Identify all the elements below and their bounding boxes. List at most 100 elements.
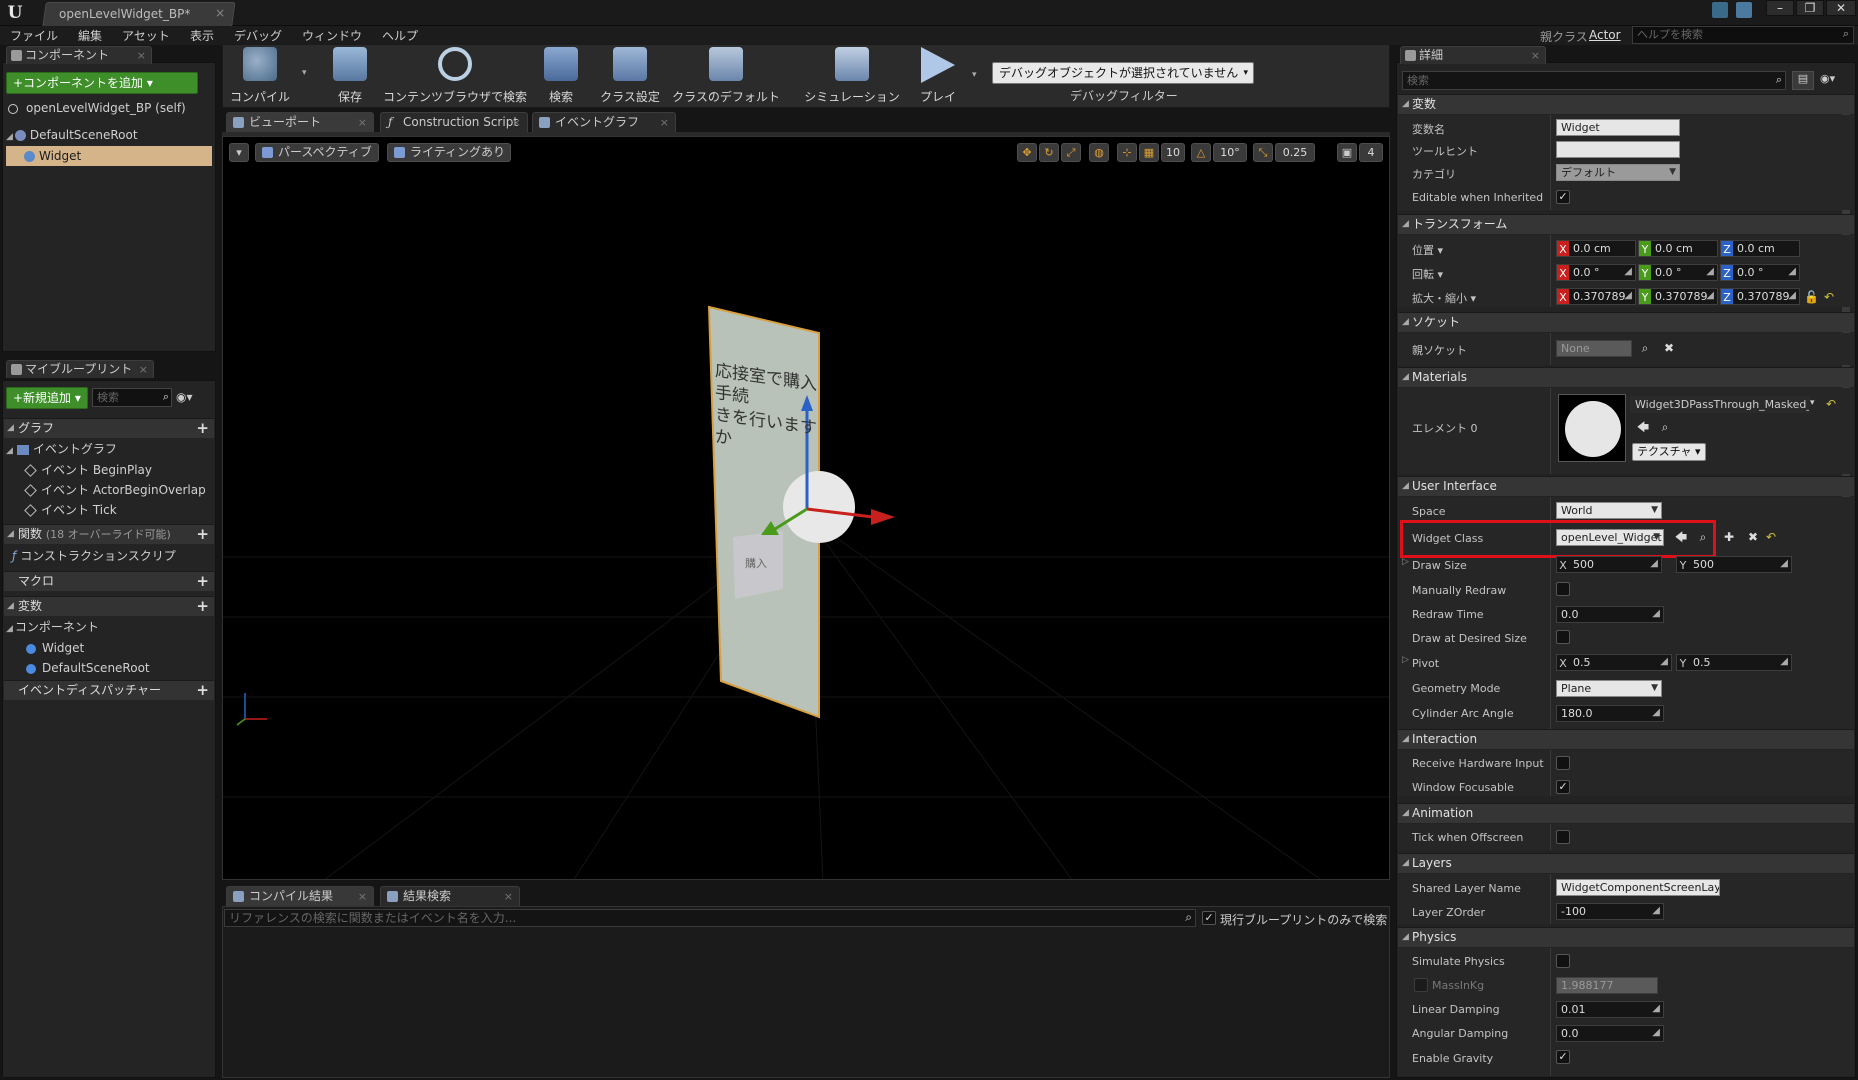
event-graph-item[interactable]: ◢ イベントグラフ	[6, 441, 212, 458]
scale-y-value[interactable]: 0.370789	[1655, 290, 1708, 303]
linear-damping-value[interactable]: 0.01	[1561, 1003, 1586, 1016]
source-control-icon[interactable]	[1736, 2, 1752, 18]
add-component-button[interactable]: +コンポーネントを追加 ▾	[6, 72, 198, 94]
spin-icon[interactable]: ◢	[1624, 265, 1632, 279]
event-actorbeginoverlap-item[interactable]: イベント ActorBeginOverlap	[24, 482, 212, 499]
close-icon[interactable]: ×	[504, 887, 513, 906]
add-macro-icon[interactable]: +	[196, 572, 209, 591]
functions-section[interactable]: ◢ 関数 (18 オーバーライド可能) +	[4, 524, 214, 544]
rotation-z-value[interactable]: 0.0 °	[1737, 266, 1764, 279]
lock-icon[interactable]: 🔓	[1804, 290, 1819, 304]
view-options-icon[interactable]: ◉▾	[176, 390, 206, 406]
enable-gravity-checkbox[interactable]: ✓	[1556, 1050, 1570, 1064]
translate-mode-icon[interactable]: ✥	[1017, 143, 1037, 162]
cylinder-arc-value[interactable]: 180.0	[1561, 707, 1593, 720]
menu-view[interactable]: 表示	[190, 27, 214, 44]
add-graph-icon[interactable]: +	[196, 419, 209, 438]
maximize-button[interactable]: ❐	[1796, 0, 1824, 16]
pivot-x-value[interactable]: 0.5	[1573, 656, 1591, 669]
compile-options-icon[interactable]: ▾	[302, 68, 307, 78]
location-z-value[interactable]: 0.0 cm	[1737, 242, 1775, 255]
rotation-y-value[interactable]: 0.0 °	[1655, 266, 1682, 279]
rotation-x-value[interactable]: 0.0 °	[1573, 266, 1600, 279]
camera-speed-value[interactable]: 4	[1359, 143, 1383, 162]
viewport-canvas[interactable]: 応接室で購入手続 きを行いますか 購入 ▾ パースペクティブ ライティングあり ✥…	[222, 136, 1390, 880]
spin-icon[interactable]: ◢	[1652, 706, 1660, 720]
add-function-icon[interactable]: +	[196, 525, 209, 544]
location-x-value[interactable]: 0.0 cm	[1573, 242, 1611, 255]
space-select[interactable]: World ▼	[1556, 502, 1662, 519]
class-defaults-button[interactable]: クラスのデフォルト	[670, 44, 782, 104]
notification-icon[interactable]	[1712, 2, 1728, 18]
spin-icon[interactable]: ◢	[1652, 904, 1660, 918]
use-selected-icon[interactable]: 🡄	[1636, 420, 1650, 434]
help-search-input[interactable]: ヘルプを検索 ⌕	[1632, 26, 1854, 44]
variable-defaultsceneroot-item[interactable]: DefaultSceneRoot	[26, 660, 212, 677]
component-self-item[interactable]: openLevelWidget_BP (self)	[8, 100, 214, 117]
details-search-input[interactable]: 検索 ⌕	[1402, 71, 1786, 90]
save-button[interactable]: 保存	[330, 44, 370, 104]
menu-window[interactable]: ウィンドウ	[302, 27, 362, 44]
tab-event-graph[interactable]: イベントグラフ ×	[532, 112, 676, 132]
browse-icon[interactable]: ⌕	[1658, 420, 1672, 434]
spin-icon[interactable]: ◢	[1652, 607, 1660, 621]
shared-layer-input[interactable]: WidgetComponentScreenLayer	[1556, 879, 1720, 896]
reset-icon[interactable]: ↶	[1822, 290, 1836, 304]
angular-damping-value[interactable]: 0.0	[1561, 1027, 1579, 1040]
event-beginplay-item[interactable]: イベント BeginPlay	[24, 462, 212, 479]
hardware-input-checkbox[interactable]	[1556, 756, 1570, 770]
construction-script-item[interactable]: ƒ コンストラクションスクリプ	[12, 548, 212, 565]
close-icon[interactable]: ×	[660, 113, 669, 132]
variables-components-group[interactable]: ◢ コンポーネント	[6, 619, 212, 636]
texture-button[interactable]: テクスチャ ▾	[1632, 443, 1706, 461]
blueprint-search-input[interactable]: 検索 ⌕	[92, 388, 172, 407]
component-default-scene-root[interactable]: ◢ DefaultSceneRoot	[6, 127, 212, 144]
section-transform[interactable]: ◢ トランスフォーム	[1398, 214, 1854, 234]
spin-icon[interactable]: ◢	[1660, 655, 1668, 669]
tick-offscreen-checkbox[interactable]	[1556, 830, 1570, 844]
menu-file[interactable]: ファイル	[10, 27, 58, 44]
manually-redraw-checkbox[interactable]	[1556, 582, 1570, 596]
pivot-y-value[interactable]: 0.5	[1693, 656, 1711, 669]
close-icon[interactable]: ×	[512, 113, 521, 132]
geometry-mode-select[interactable]: Plane ▼	[1556, 680, 1662, 697]
expand-icon[interactable]: ▷	[1402, 557, 1409, 567]
property-matrix-icon[interactable]: ▤	[1792, 71, 1814, 90]
location-y-value[interactable]: 0.0 cm	[1655, 242, 1693, 255]
class-settings-button[interactable]: クラス設定	[596, 44, 664, 104]
play-button[interactable]: プレイ	[914, 44, 962, 104]
perspective-button[interactable]: パースペクティブ	[255, 143, 379, 162]
add-variable-icon[interactable]: +	[196, 597, 209, 616]
search-icon[interactable]: ⌕	[1638, 341, 1652, 355]
menu-debug[interactable]: デバッグ	[234, 27, 282, 44]
draw-size-y-value[interactable]: 500	[1693, 558, 1714, 571]
menu-asset[interactable]: アセット	[122, 27, 170, 44]
variable-widget-item[interactable]: Widget	[26, 640, 212, 657]
spin-icon[interactable]: ◢	[1652, 1002, 1660, 1016]
details-tab[interactable]: 詳細 ×	[1400, 46, 1546, 64]
add-new-button[interactable]: +新規追加 ▾	[6, 387, 88, 409]
section-interaction[interactable]: ◢ Interaction	[1398, 729, 1854, 749]
close-icon[interactable]: ×	[139, 361, 148, 378]
my-blueprint-tab[interactable]: マイブループリント ×	[6, 360, 154, 378]
variable-name-input[interactable]: Widget	[1556, 119, 1680, 136]
scale-mode-icon[interactable]: ⤢	[1061, 143, 1081, 162]
search-button[interactable]: 検索	[536, 44, 586, 104]
spin-icon[interactable]: ◢	[1780, 557, 1788, 571]
section-physics[interactable]: ◢ Physics	[1398, 927, 1854, 947]
rotation-snap-value[interactable]: 10°	[1213, 143, 1247, 162]
scale-z-value[interactable]: 0.370789	[1737, 290, 1790, 303]
menu-edit[interactable]: 編集	[78, 27, 102, 44]
current-blueprint-only-checkbox[interactable]: ✓	[1202, 911, 1216, 925]
spin-icon[interactable]: ◢	[1624, 289, 1632, 303]
section-socket[interactable]: ◢ ソケット	[1398, 312, 1854, 332]
reset-icon[interactable]: ↶	[1764, 530, 1778, 544]
rotate-mode-icon[interactable]: ↻	[1039, 143, 1059, 162]
spin-icon[interactable]: ◢	[1706, 265, 1714, 279]
clear-icon[interactable]: ✖	[1662, 341, 1676, 355]
scale-snap-icon[interactable]: ⤡	[1253, 143, 1273, 162]
lighting-button[interactable]: ライティングあり	[387, 143, 511, 162]
section-animation[interactable]: ◢ Animation	[1398, 803, 1854, 823]
tab-find-results[interactable]: 結果検索 ×	[380, 886, 520, 906]
material-select[interactable]: Widget3DPassThrough_Masked_OneSided	[1630, 396, 1810, 413]
